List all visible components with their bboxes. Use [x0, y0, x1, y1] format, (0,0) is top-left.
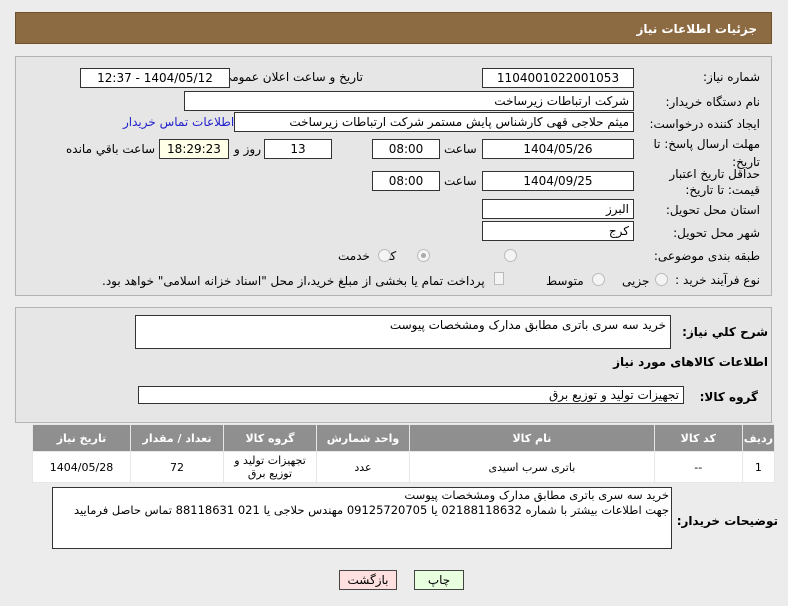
purchase-process-label: نوع فرآیند خرید : — [675, 273, 760, 287]
category-radio-service[interactable] — [378, 249, 391, 262]
table-row: 1 -- باتری سرب اسیدی عدد تجهیزات تولید و… — [32, 451, 776, 483]
category-radio-goods[interactable] — [417, 249, 430, 262]
back-button[interactable]: بازگشت — [339, 570, 397, 590]
col-name: نام کالا — [409, 424, 655, 452]
days-label: روز و — [234, 142, 261, 156]
cell-qty: 72 — [130, 451, 224, 483]
days-field: 13 — [264, 139, 332, 159]
col-qty: تعداد / مقدار — [130, 424, 224, 452]
remaining-time-field: 18:29:23 — [159, 139, 229, 159]
buyer-notes-label: توضیحات خریدار: — [676, 514, 778, 528]
need-number-label: شماره نیاز: — [703, 70, 760, 84]
goods-group-label: گروه کالا: — [699, 390, 758, 404]
need-number-field: 1104001022001053 — [482, 68, 634, 88]
category-label: طبقه بندی موضوعی: — [653, 249, 760, 263]
summary-label: شرح كلي نیاز: — [682, 325, 768, 339]
creator-field: میثم حلاجی قهی کارشناس پایش مستمر شرکت ا… — [234, 112, 634, 132]
col-code: کد کالا — [653, 424, 743, 452]
goods-info-title: اطلاعات کالاهای مورد نیاز — [613, 355, 768, 369]
category-option-service: خدمت — [338, 249, 370, 263]
summary-field[interactable]: خرید سه سری باتری مطابق مدارک ومشخصات پی… — [135, 315, 671, 349]
city-field: کرج — [482, 221, 634, 241]
cell-group: تجهیزات تولید و توزیع برق — [223, 451, 317, 483]
buyer-notes-field[interactable]: خرید سه سری باتری مطابق مدارک ومشخصات پی… — [52, 487, 672, 549]
cell-row: 1 — [741, 451, 776, 483]
remaining-label: ساعت باقي مانده — [66, 142, 156, 156]
validity-label: حداقل تاریخ اعتبار قیمت: تا تاریخ: — [669, 167, 760, 197]
col-unit: واحد شمارش — [316, 424, 410, 452]
col-row: ردیف — [741, 424, 776, 452]
process-radio-medium[interactable] — [592, 273, 605, 286]
validity-time-field: 08:00 — [372, 171, 440, 191]
goods-table: ردیف کد کالا نام کالا واحد شمارش گروه کا… — [32, 424, 776, 483]
process-radio-minor[interactable] — [655, 273, 668, 286]
payment-note: پرداخت تمام یا بخشی از مبلغ خرید،از محل … — [102, 274, 485, 288]
buyer-org-field: شرکت ارتباطات زیرساخت — [184, 91, 634, 111]
goods-group-field: تجهیزات تولید و توزیع برق — [138, 386, 684, 404]
creator-label: ایجاد کننده درخواست: — [649, 117, 760, 131]
buyer-notes-line: جهت اطلاعات بیشتر با شماره 02188118632 ی… — [73, 503, 669, 517]
process-option-medium: متوسط — [546, 274, 584, 288]
reply-time-field: 08:00 — [372, 139, 440, 159]
province-label: استان محل تحویل: — [665, 203, 760, 217]
process-option-minor: جزیی — [622, 274, 650, 288]
print-button[interactable]: چاپ — [414, 570, 464, 590]
announce-field: 1404/05/12 - 12:37 — [80, 68, 230, 88]
cell-name: باتری سرب اسیدی — [409, 451, 655, 483]
announce-label: تاریخ و ساعت اعلان عمومي: — [218, 70, 363, 84]
province-field: البرز — [482, 199, 634, 219]
cell-unit: عدد — [316, 451, 410, 483]
page-header: جزئیات اطلاعات نیاز — [15, 12, 772, 44]
buyer-org-label: نام دستگاه خریدار: — [665, 95, 761, 109]
col-date: تاریخ نیاز — [32, 424, 131, 452]
city-label: شهر محل تحویل: — [673, 226, 760, 240]
reply-time-label: ساعت — [444, 142, 477, 156]
buyer-notes-line: خرید سه سری باتری مطابق مدارک ومشخصات پی… — [404, 488, 669, 502]
buyer-contact-link[interactable]: اطلاعات تماس خریدار — [123, 115, 234, 129]
cell-date: 1404/05/28 — [32, 451, 131, 483]
category-radio-goods-service[interactable] — [504, 249, 517, 262]
treasury-checkbox[interactable] — [494, 272, 504, 285]
validity-date-field: 1404/09/25 — [482, 171, 634, 191]
reply-date-field: 1404/05/26 — [482, 139, 634, 159]
validity-time-label: ساعت — [444, 174, 477, 188]
col-group: گروه کالا — [223, 424, 317, 452]
cell-code: -- — [653, 451, 743, 483]
